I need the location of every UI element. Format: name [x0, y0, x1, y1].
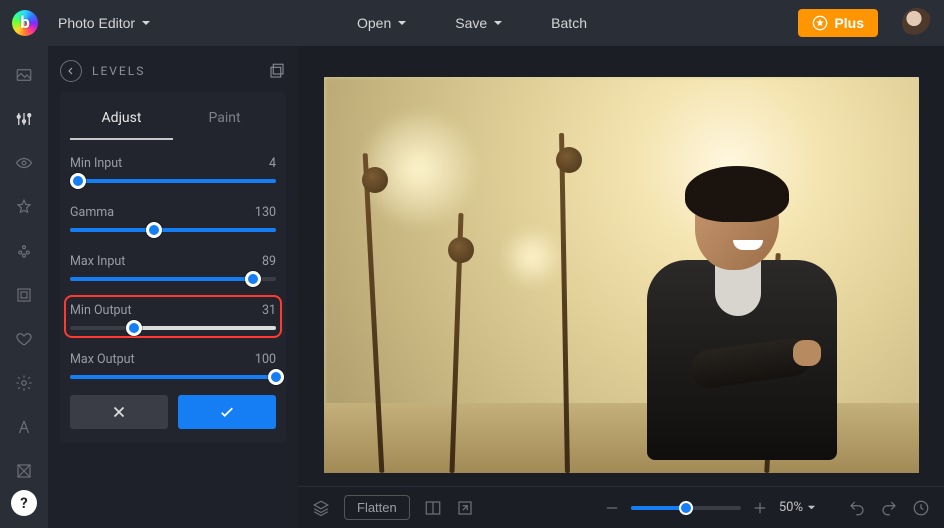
app-name-dropdown[interactable]: Photo Editor [50, 9, 159, 37]
zoom-percent-dropdown[interactable]: 50% [779, 500, 816, 515]
slider-row-max-input: Max Input 89 [70, 252, 276, 283]
duplicate-icon[interactable] [268, 62, 286, 80]
chevron-down-icon [493, 18, 503, 28]
side-panel: LEVELS Adjust Paint Min Input 4 [48, 46, 298, 528]
save-label: Save [455, 15, 487, 31]
close-icon [110, 403, 128, 421]
apply-button[interactable] [178, 395, 276, 429]
canvas-area: Flatten 50% [298, 46, 944, 528]
max-output-label: Max Output [70, 352, 135, 367]
max-output-value: 100 [255, 352, 276, 367]
rail-text-icon[interactable] [13, 416, 35, 438]
app-name-label: Photo Editor [58, 15, 135, 31]
chevron-down-icon [397, 18, 407, 28]
tool-rail: ? [0, 46, 48, 528]
compare-icon[interactable] [424, 499, 442, 517]
star-circle-icon [812, 15, 828, 31]
chevron-down-icon [141, 18, 151, 28]
slider-row-max-output: Max Output 100 [70, 350, 276, 381]
history-button[interactable] [912, 499, 930, 517]
min-input-label: Min Input [70, 156, 122, 171]
check-icon [218, 403, 236, 421]
rail-pattern-icon[interactable] [13, 460, 35, 482]
rail-star-icon[interactable] [13, 196, 35, 218]
open-label: Open [357, 15, 391, 31]
panel-header: LEVELS [60, 60, 286, 82]
panel-back-button[interactable] [60, 60, 82, 82]
undo-button[interactable] [848, 499, 866, 517]
gamma-value: 130 [255, 205, 276, 220]
min-output-label: Min Output [70, 303, 132, 318]
zoom-out-button[interactable] [603, 499, 621, 517]
batch-button[interactable]: Batch [543, 9, 595, 37]
min-output-value: 31 [262, 303, 276, 318]
panel-box: Adjust Paint Min Input 4 Gamma 130 [60, 92, 286, 443]
tab-adjust[interactable]: Adjust [70, 104, 173, 140]
rail-heart-icon[interactable] [13, 328, 35, 350]
open-menu[interactable]: Open [349, 9, 415, 37]
panel-title: LEVELS [92, 64, 145, 78]
max-input-value: 89 [262, 254, 276, 269]
rail-sliders-icon[interactable] [13, 108, 35, 130]
gamma-label: Gamma [70, 205, 114, 220]
chevron-down-icon [924, 30, 934, 40]
slider-row-min-input: Min Input 4 [70, 154, 276, 185]
max-output-slider[interactable] [70, 375, 276, 379]
plus-button[interactable]: Plus [798, 9, 878, 37]
rail-frame-icon[interactable] [13, 284, 35, 306]
gamma-slider[interactable] [70, 228, 276, 232]
logo-letter: b [20, 13, 30, 33]
save-menu[interactable]: Save [447, 9, 511, 37]
rail-image-icon[interactable] [13, 64, 35, 86]
top-bar: b Photo Editor Open Save Batch Plus [0, 0, 944, 46]
slider-row-min-output: Min Output 31 [70, 301, 276, 332]
flatten-label: Flatten [357, 500, 397, 515]
max-input-slider[interactable] [70, 277, 276, 281]
zoom-slider[interactable] [631, 506, 741, 510]
redo-button[interactable] [880, 499, 898, 517]
flatten-button[interactable]: Flatten [344, 495, 410, 520]
canvas-wrap [298, 46, 944, 486]
bottom-toolbar: Flatten 50% [298, 486, 944, 528]
app-logo: b [12, 10, 38, 36]
min-input-value: 4 [269, 156, 276, 171]
zoom-in-button[interactable] [751, 499, 769, 517]
min-output-slider[interactable] [70, 326, 276, 330]
panel-tabs: Adjust Paint [70, 104, 276, 140]
panel-actions [70, 395, 276, 429]
main-area: ? LEVELS Adjust Paint Min Input 4 [0, 46, 944, 528]
min-input-slider[interactable] [70, 179, 276, 183]
zoom-controls: 50% [603, 499, 816, 517]
rail-cluster-icon[interactable] [13, 240, 35, 262]
expand-icon[interactable] [456, 499, 474, 517]
user-avatar[interactable] [902, 8, 932, 38]
plus-label: Plus [834, 15, 864, 31]
chevron-down-icon [807, 503, 816, 512]
help-button[interactable]: ? [11, 490, 37, 516]
batch-label: Batch [551, 15, 587, 31]
zoom-percent-label: 50% [779, 500, 803, 515]
tab-adjust-label: Adjust [102, 110, 142, 126]
rail-gear-icon[interactable] [13, 372, 35, 394]
rail-eye-icon[interactable] [13, 152, 35, 174]
tab-paint-label: Paint [208, 110, 240, 126]
top-center-menu: Open Save Batch [349, 9, 595, 37]
tab-paint[interactable]: Paint [173, 104, 276, 140]
canvas-image[interactable] [324, 77, 919, 473]
layers-icon[interactable] [312, 499, 330, 517]
cancel-button[interactable] [70, 395, 168, 429]
max-input-label: Max Input [70, 254, 125, 269]
slider-row-gamma: Gamma 130 [70, 203, 276, 234]
